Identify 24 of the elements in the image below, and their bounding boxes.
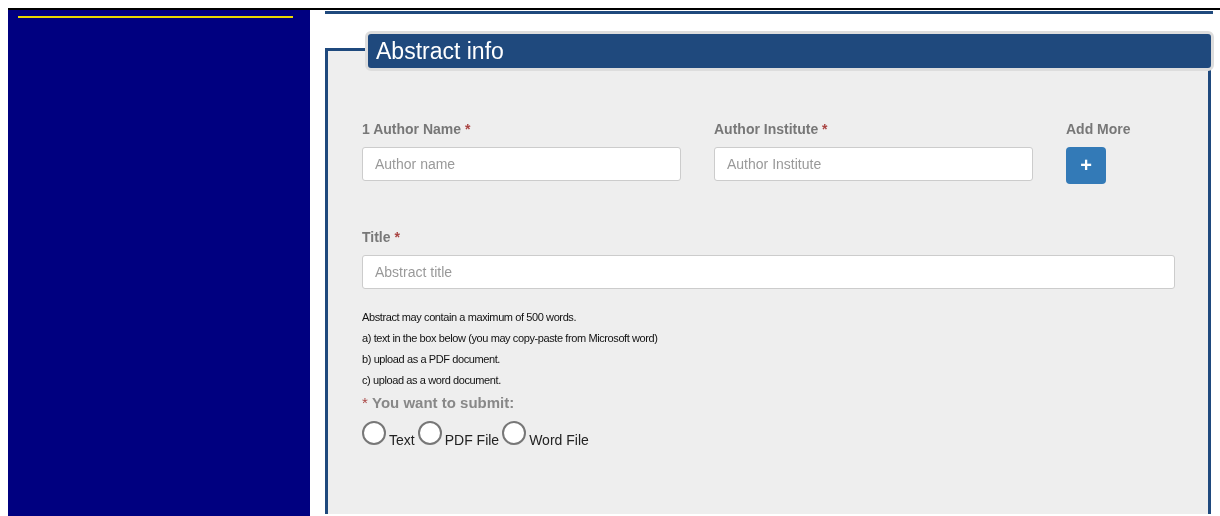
text-field[interactable]: Author name: [362, 147, 681, 181]
radio-label[interactable]: Word File: [529, 432, 589, 448]
required-mark: *: [822, 121, 828, 137]
field-label: Add More: [1066, 121, 1131, 137]
instruction-text: b) upload as a PDF document.: [362, 353, 501, 365]
field-label: Author Institute: [714, 121, 819, 137]
instruction-text: a) text in the box below (you may copy-paste from Microsoft word): [362, 332, 659, 344]
radio-label[interactable]: Text: [389, 432, 415, 448]
required-mark: *: [394, 229, 400, 245]
section-title: Abstract info: [376, 37, 504, 65]
instruction-text: Abstract may contain a maximum of 500 words.: [362, 311, 578, 323]
radio-button[interactable]: [502, 421, 527, 445]
field-label: 1 Author Name: [362, 121, 462, 137]
instruction-text: c) upload as a word document.: [362, 374, 502, 386]
add-button[interactable]: +: [1066, 147, 1106, 184]
text-field[interactable]: Author Institute: [714, 147, 1033, 181]
required-mark: *: [362, 394, 368, 411]
text-field[interactable]: Abstract title: [362, 255, 1175, 289]
field-label: You want to submit:: [372, 394, 515, 411]
radio-button[interactable]: [362, 421, 386, 445]
required-mark: *: [464, 121, 471, 137]
field-label: Title: [362, 229, 391, 245]
radio-button[interactable]: [417, 421, 442, 445]
radio-label[interactable]: PDF File: [444, 432, 500, 448]
